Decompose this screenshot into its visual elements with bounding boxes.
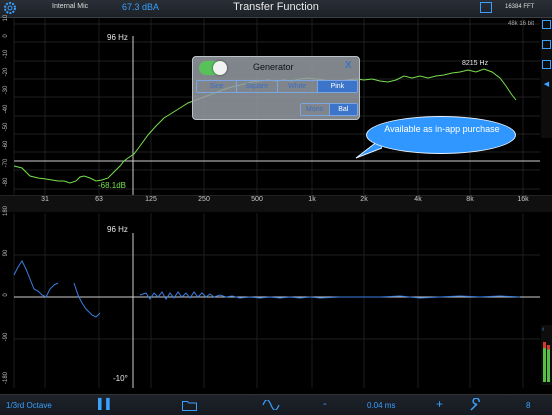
x-tick: 2k — [360, 196, 368, 203]
meter-bar-right — [547, 345, 550, 382]
folder-icon[interactable] — [182, 400, 197, 411]
wrench-icon[interactable] — [469, 398, 483, 412]
phase-trace — [13, 260, 59, 298]
generator-title: Generator — [253, 62, 294, 72]
phase-cursor-freq: 96 Hz — [107, 225, 128, 234]
mag-y-tick: -60 — [3, 140, 9, 150]
right-side-panel: ◀ — [541, 18, 552, 138]
phase-y-tick: 90 — [3, 249, 9, 257]
x-tick: 16k — [517, 196, 529, 203]
mag-y-tick: -20 — [3, 67, 9, 77]
average-count[interactable]: 8 — [526, 401, 530, 410]
channel-mode-selector: Mono Bal — [300, 103, 358, 116]
x-tick: 4k — [414, 196, 422, 203]
phase-trace — [139, 291, 521, 300]
toggle-knob — [213, 61, 227, 75]
phase-y-tick: -90 — [3, 332, 9, 342]
level-meter: ‹ — [541, 325, 552, 385]
signal-type-selector: Sine Square White Pink — [196, 80, 358, 93]
signal-option-white[interactable]: White — [278, 81, 318, 92]
bottom-toolbar: 1/3rd Octave ▌▌ - 0.04 ms + 8 — [0, 394, 552, 415]
mag-y-tick: 10 — [3, 14, 9, 22]
channel-option-mono[interactable]: Mono — [301, 104, 330, 115]
x-tick: 250 — [198, 196, 210, 203]
arrow-left-icon[interactable]: ◀ — [542, 80, 551, 89]
mag-y-tick: -30 — [3, 85, 9, 95]
chevron-left-icon[interactable]: ‹ — [542, 326, 544, 333]
top-bar: Internal Mic 67.3 dBA Transfer Function … — [0, 0, 552, 18]
mag-y-tick: -50 — [3, 122, 9, 132]
close-box-icon[interactable] — [542, 20, 551, 29]
waveform-icon[interactable] — [262, 400, 280, 410]
phase-cursor-value: -10° — [113, 374, 128, 383]
image-icon[interactable] — [480, 2, 492, 13]
in-app-purchase-callout[interactable]: Available as in-app purchase — [366, 116, 516, 154]
x-tick: 31 — [41, 196, 49, 203]
pause-icon[interactable]: ▌▌ — [98, 399, 114, 410]
phase-y-tick: 180 — [3, 206, 9, 217]
signal-option-sine[interactable]: Sine — [197, 81, 238, 92]
close-box-icon[interactable] — [542, 60, 551, 69]
phase-y-tick: 0 — [3, 293, 9, 297]
mag-y-tick: -10 — [3, 49, 9, 59]
x-tick: 8k — [466, 196, 474, 203]
mag-y-tick: 0 — [3, 34, 9, 38]
mag-y-tick: -40 — [3, 104, 9, 114]
delay-decrease-button[interactable]: - — [323, 398, 327, 410]
x-tick: 1k — [308, 196, 316, 203]
level-readout: 67.3 dBA — [122, 2, 160, 12]
fft-size[interactable]: 16384 FFT — [505, 4, 534, 10]
sample-rate: 48k 16 bit — [508, 21, 535, 27]
meter-bar-left — [543, 342, 546, 382]
mag-y-tick: -70 — [3, 158, 9, 168]
channel-option-bal[interactable]: Bal — [329, 104, 357, 115]
phase-y-tick: -180 — [3, 372, 9, 385]
x-tick: 500 — [251, 196, 263, 203]
phase-plot[interactable]: 180 90 0 -90 -180 96 Hz -10° — [0, 206, 552, 388]
signal-option-pink[interactable]: Pink — [317, 81, 357, 92]
callout-text: Available as in-app purchase — [384, 124, 500, 134]
phase-grid — [13, 213, 540, 388]
x-tick: 125 — [145, 196, 157, 203]
delay-value[interactable]: 0.04 ms — [367, 401, 395, 410]
mag-y-tick: -80 — [3, 177, 9, 187]
close-box-icon[interactable] — [542, 40, 551, 49]
smoothing-button[interactable]: 1/3rd Octave — [6, 401, 52, 410]
phase-trace — [73, 282, 101, 318]
input-name[interactable]: Internal Mic — [52, 3, 88, 10]
delay-increase-button[interactable]: + — [436, 397, 443, 411]
signal-option-square[interactable]: Square — [237, 81, 278, 92]
generator-toggle[interactable] — [199, 61, 227, 75]
magnitude-cursor-level: -68.1dB — [98, 181, 127, 190]
generator-panel: Generator X Sine Square White Pink Mono … — [192, 56, 360, 120]
close-button[interactable]: X — [345, 60, 352, 71]
x-tick: 63 — [95, 196, 103, 203]
magnitude-cursor-freq: 96 Hz — [107, 33, 128, 42]
peak-frequency: 8215 Hz — [462, 60, 489, 67]
